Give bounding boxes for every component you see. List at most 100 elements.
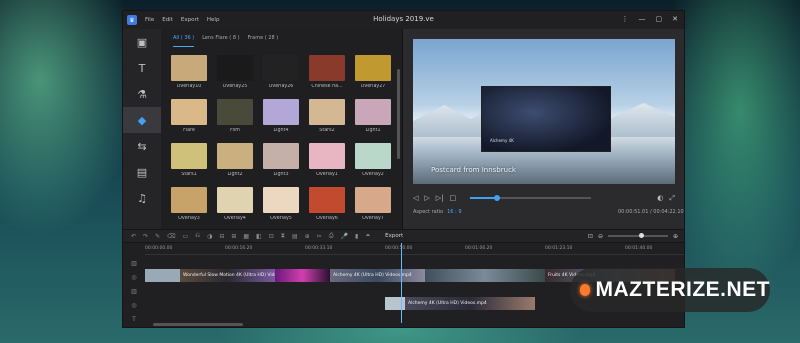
play-icon[interactable]: ▷ bbox=[424, 194, 429, 202]
timeline-tool-icon[interactable]: ⎌ bbox=[195, 232, 200, 240]
progress-knob[interactable] bbox=[493, 195, 500, 201]
track-icon[interactable]: ◎ bbox=[123, 271, 145, 285]
overlay-item[interactable]: Overlay10 bbox=[169, 55, 209, 89]
clip-segment-a[interactable] bbox=[275, 269, 330, 282]
timeline-tool-icon[interactable]: ◧ bbox=[256, 233, 262, 240]
timeline-tool-icon[interactable]: ↶ bbox=[131, 233, 136, 240]
music-icon[interactable]: ♫ bbox=[123, 185, 161, 211]
menu-help[interactable]: Help bbox=[207, 17, 220, 23]
timeline-tool-icon[interactable]: ↷ bbox=[143, 233, 148, 240]
track-icon[interactable]: ◎ bbox=[123, 299, 145, 313]
overlay-thumbnail[interactable] bbox=[309, 187, 345, 213]
overlay-item[interactable]: Stars1 bbox=[169, 143, 209, 177]
clip-slow-motion[interactable]: Wonderful Slow Motion 4K (Ultra HD) Vide… bbox=[180, 269, 275, 282]
timeline-tool-icon[interactable]: ▤ bbox=[292, 233, 298, 240]
overlay-item[interactable]: Overlay2 bbox=[353, 143, 393, 177]
text-icon[interactable]: T bbox=[123, 55, 161, 81]
overlay-thumbnail[interactable] bbox=[309, 99, 345, 125]
timeline-tool-icon[interactable]: ⊡ bbox=[269, 233, 274, 240]
timeline-tool-icon[interactable]: ⧗ bbox=[281, 232, 285, 240]
tab-lens-flare[interactable]: Lens Flare ( 8 ) bbox=[202, 35, 239, 47]
menu-export[interactable]: Export bbox=[181, 17, 199, 23]
timeline-scrollbar[interactable] bbox=[153, 323, 243, 326]
tab-all[interactable]: All ( 36 ) bbox=[173, 35, 195, 47]
clip-thumb-start[interactable] bbox=[145, 269, 180, 282]
volume-icon[interactable]: ◐ bbox=[657, 194, 663, 202]
overlay-item[interactable]: Light2 bbox=[215, 143, 255, 177]
transitions-icon[interactable]: ⇆ bbox=[123, 133, 161, 159]
overlay-item[interactable]: Film bbox=[215, 99, 255, 133]
clip-alchemy-2[interactable]: Alchemy 4K (Ultra HD) Videos.mp4 bbox=[405, 297, 535, 310]
zoom-knob[interactable] bbox=[638, 233, 644, 238]
overlay-thumbnail[interactable] bbox=[355, 99, 391, 125]
overlay-item[interactable]: Overlay25 bbox=[215, 55, 255, 89]
maximize-icon[interactable]: ▢ bbox=[656, 15, 663, 23]
overlay-item[interactable]: Chinese ha... bbox=[307, 55, 347, 89]
overlay-thumbnail[interactable] bbox=[355, 143, 391, 169]
aspect-value[interactable]: 16 : 9 bbox=[447, 209, 461, 215]
track-icon[interactable]: ▥ bbox=[123, 257, 145, 271]
overlay-thumbnail[interactable] bbox=[217, 99, 253, 125]
timeline-tool-icon[interactable]: ▦ bbox=[243, 233, 249, 240]
overlay-thumbnail[interactable] bbox=[355, 55, 391, 81]
preview-player[interactable]: Alchemy 4K Postcard from Innsbruck bbox=[413, 39, 675, 184]
track-icon[interactable]: T bbox=[123, 313, 145, 327]
panel-scrollbar[interactable] bbox=[397, 69, 400, 159]
timeline-tool-icon[interactable]: ▮ bbox=[355, 233, 358, 240]
overlay-item[interactable]: Overlay26 bbox=[261, 55, 301, 89]
elements-icon[interactable]: ▤ bbox=[123, 159, 161, 185]
overlay-item[interactable]: Light4 bbox=[261, 99, 301, 133]
filters-icon[interactable]: ⚗ bbox=[123, 81, 161, 107]
timeline-tool-icon[interactable]: ⊟ bbox=[219, 233, 224, 240]
overlay-item[interactable]: Overlay3 bbox=[169, 187, 209, 221]
next-frame-icon[interactable]: ▷| bbox=[436, 194, 444, 202]
minimize-icon[interactable]: — bbox=[639, 15, 646, 23]
zoom-in-icon[interactable]: ⊕ bbox=[673, 233, 678, 240]
overlay-thumbnail[interactable] bbox=[217, 143, 253, 169]
fullscreen-icon[interactable]: ⤢ bbox=[669, 194, 675, 203]
overlay-thumbnail[interactable] bbox=[217, 187, 253, 213]
overlay-thumbnail[interactable] bbox=[355, 187, 391, 213]
close-icon[interactable]: ✕ bbox=[672, 15, 678, 23]
overlay-item[interactable]: Flare bbox=[169, 99, 209, 133]
playback-progress[interactable] bbox=[470, 195, 592, 201]
timeline-tool-icon[interactable]: ⌫ bbox=[167, 233, 175, 240]
menu-edit[interactable]: Edit bbox=[162, 17, 173, 23]
overlays-icon[interactable]: ◆ bbox=[123, 107, 161, 133]
timeline-tool-icon[interactable]: ▭ bbox=[183, 233, 189, 240]
timeline-tool-icon[interactable]: ⏶ bbox=[365, 232, 370, 240]
timeline-tool-icon[interactable]: ⊞ bbox=[231, 233, 236, 240]
overlay-thumbnail[interactable] bbox=[263, 99, 299, 125]
zoom-slider[interactable] bbox=[607, 233, 668, 238]
zoom-fit-icon[interactable]: ⊡ bbox=[588, 233, 593, 240]
prev-frame-icon[interactable]: ◁ bbox=[413, 194, 418, 202]
stop-icon[interactable]: □ bbox=[450, 194, 457, 202]
time-ruler[interactable]: 00:00:00.00 00:00:16.20 00:00:33.10 00:00:5… bbox=[145, 243, 684, 255]
overlay-thumbnail[interactable] bbox=[263, 143, 299, 169]
export-button[interactable]: Export bbox=[385, 233, 403, 239]
timeline-tool-icon[interactable]: ✂ bbox=[317, 233, 322, 240]
overlay-thumbnail[interactable] bbox=[217, 55, 253, 81]
track-icon[interactable]: ▥ bbox=[123, 285, 145, 299]
overlay-thumbnail[interactable] bbox=[171, 143, 207, 169]
playhead[interactable] bbox=[401, 243, 402, 323]
timeline-tool-icon[interactable]: ✎ bbox=[155, 233, 160, 240]
overlay-thumbnail[interactable] bbox=[309, 55, 345, 81]
media-icon[interactable]: ▣ bbox=[123, 29, 161, 55]
overlay-item[interactable]: Overlay4 bbox=[215, 187, 255, 221]
overlay-item[interactable]: Overlay1 bbox=[307, 143, 347, 177]
overlay-item[interactable]: Light3 bbox=[261, 143, 301, 177]
overlay-item[interactable]: Overlay7 bbox=[353, 187, 393, 221]
overlay-item[interactable]: Light1 bbox=[353, 99, 393, 133]
clip-segment-b[interactable] bbox=[425, 269, 545, 282]
clip2-thumb[interactable] bbox=[385, 297, 405, 310]
more-options-icon[interactable]: ⋮ bbox=[622, 15, 629, 23]
overlay-thumbnail[interactable] bbox=[171, 99, 207, 125]
overlay-item[interactable]: Stars2 bbox=[307, 99, 347, 133]
overlay-thumbnail[interactable] bbox=[309, 143, 345, 169]
overlay-thumbnail[interactable] bbox=[171, 187, 207, 213]
tab-frame[interactable]: Frame ( 28 ) bbox=[248, 35, 279, 47]
timeline-tool-icon[interactable]: 🎤 bbox=[341, 233, 348, 240]
overlay-thumbnail[interactable] bbox=[263, 187, 299, 213]
overlay-item[interactable]: Overlay5 bbox=[261, 187, 301, 221]
